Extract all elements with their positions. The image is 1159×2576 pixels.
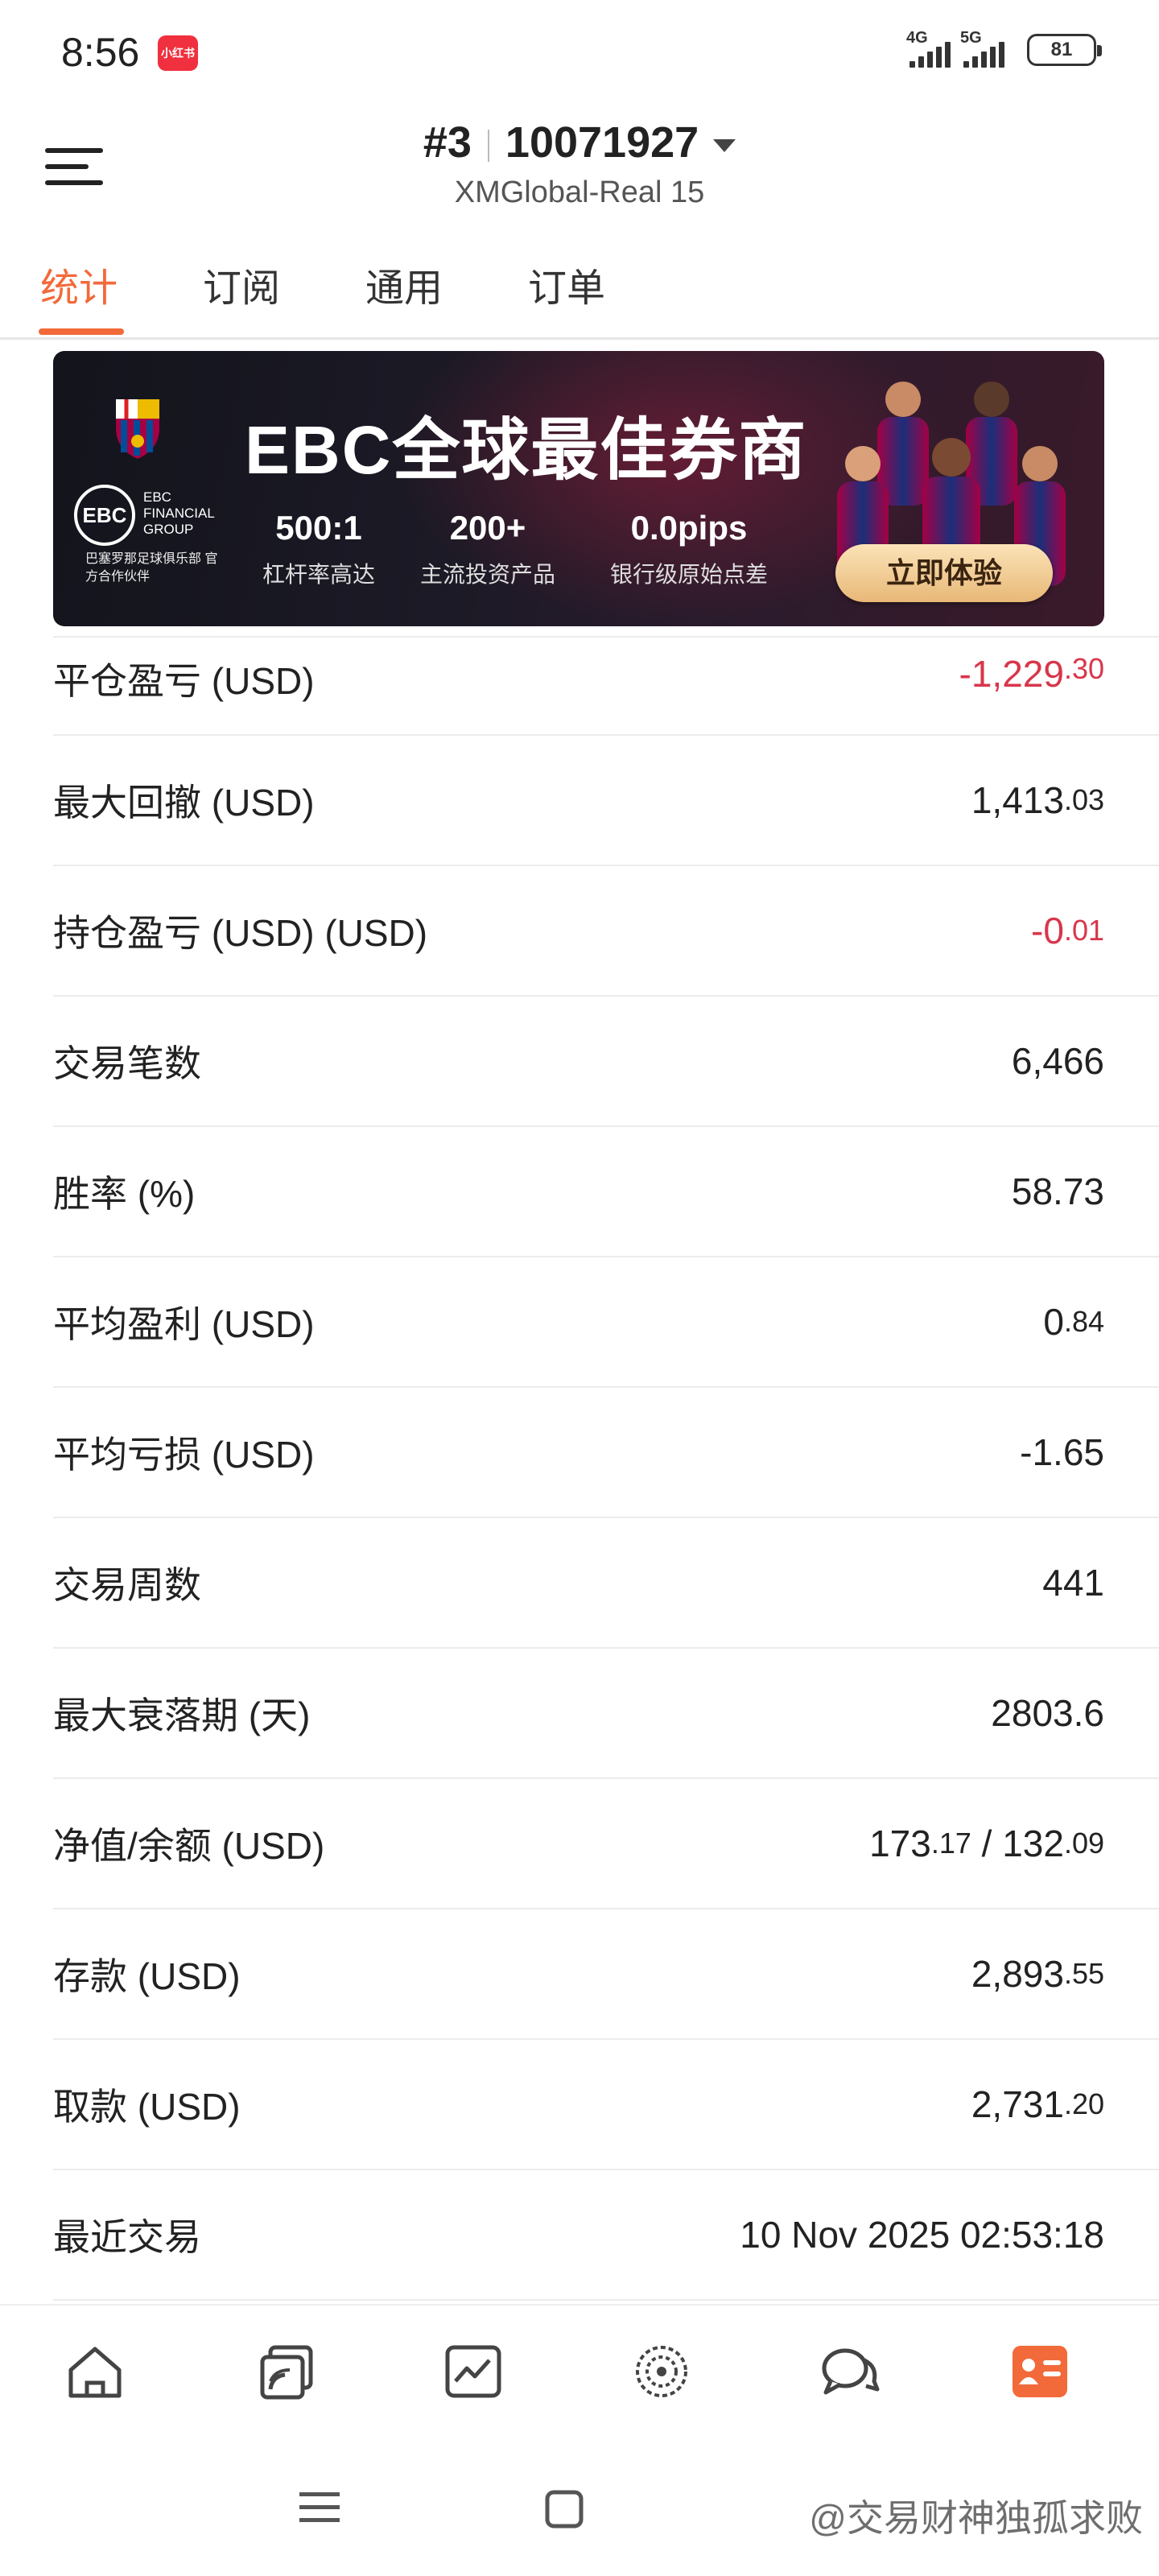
chat-icon <box>822 2348 880 2395</box>
banner-stat-label: 杠杆率高达 <box>262 562 375 587</box>
stat-row: 交易笔数 6,466 <box>53 997 1159 1127</box>
stat-value: 1,413.03 <box>971 779 1104 821</box>
recent-apps-icon[interactable] <box>299 2489 340 2526</box>
nav-profile[interactable] <box>1008 2339 1072 2404</box>
banner-stat: 0.0pips 银行级原始点差 <box>600 509 777 589</box>
home-icon <box>68 2347 122 2398</box>
stat-label: 最近交易 <box>53 2216 201 2258</box>
stat-value: 2,731.20 <box>971 2083 1104 2125</box>
stat-value: 2,893.55 <box>971 1953 1104 1995</box>
ebc-logo-text: EBC FINANCIAL GROUP <box>143 489 215 537</box>
stat-label: 平均盈利 (USD) <box>53 1303 315 1345</box>
nav-home[interactable] <box>63 2339 127 2404</box>
tab-general[interactable]: 通用 <box>365 256 443 312</box>
ad-banner[interactable]: EBC EBC FINANCIAL GROUP 巴塞罗那足球俱乐部 官方合作伙伴… <box>53 351 1104 626</box>
chart-icon <box>445 2345 501 2398</box>
banner-stat: 200+ 主流投资产品 <box>415 509 560 589</box>
stat-row: 平仓盈亏 (USD) -1,229.30 <box>53 638 1159 736</box>
stat-row: 胜率 (%) 58.73 <box>53 1127 1159 1257</box>
stat-value: 6,466 <box>1011 1040 1104 1082</box>
stat-row: 取款 (USD) 2,731.20 <box>53 2040 1159 2170</box>
stat-value: 58.73 <box>1011 1170 1104 1212</box>
nav-chat[interactable] <box>818 2339 882 2404</box>
banner-stat-value: 500:1 <box>275 509 362 547</box>
stat-row: 最大回撤 (USD) 1,413.03 <box>53 736 1159 866</box>
nav-chart[interactable] <box>441 2339 505 2404</box>
stat-label: 平均亏损 (USD) <box>53 1434 315 1476</box>
stat-row: 平均盈利 (USD) 0.84 <box>53 1257 1159 1388</box>
battery-icon: 81 <box>1027 34 1102 66</box>
watermark: @交易财神独孤求败 <box>809 2497 1143 2539</box>
stat-row: 平均亏损 (USD) -1.65 <box>53 1388 1159 1518</box>
banner-stat: 500:1 杠杆率高达 <box>254 509 383 589</box>
system-navigation-bar: @交易财神独孤求败 <box>0 2441 1159 2576</box>
tab-statistics[interactable]: 统计 <box>40 256 118 312</box>
network-type-label: 4G <box>906 29 928 47</box>
stat-value: 10 Nov 2025 02:53:18 <box>740 2214 1104 2256</box>
signal-4g-icon: 4G <box>906 29 951 68</box>
account-server: XMGlobal-Real 15 <box>454 175 705 209</box>
status-indicators: 4G 5G 81 <box>906 29 1102 68</box>
stat-label: 存款 (USD) <box>53 1955 241 1997</box>
account-id: 10071927 <box>505 118 699 167</box>
tab-subscribe[interactable]: 订阅 <box>203 256 280 312</box>
tab-orders[interactable]: 订单 <box>528 256 605 312</box>
banner-stat-value: 0.0pips <box>630 509 748 547</box>
stat-label: 最大回撤 (USD) <box>53 782 315 824</box>
nav-discover[interactable] <box>629 2339 694 2404</box>
stat-label: 净值/余额 (USD) <box>53 1825 325 1867</box>
stat-value: -1,229.30 <box>959 652 1104 695</box>
battery-level: 81 <box>1050 39 1073 60</box>
partner-text: 巴塞罗那足球俱乐部 官方合作伙伴 <box>85 552 218 584</box>
app-header: #3 10071927 XMGlobal-Real 15 <box>0 105 1159 217</box>
app-notification-icon: 小红书 <box>158 35 198 71</box>
stat-value: 173.17 / 132.09 <box>869 1823 1104 1864</box>
discover-icon <box>636 2346 687 2397</box>
stat-row: 净值/余额 (USD) 173.17 / 132.09 <box>53 1779 1159 1909</box>
try-now-button[interactable]: 立即体验 <box>835 544 1053 602</box>
tab-bar: 统计 订阅 通用 订单 <box>0 233 1159 340</box>
banner-stat-label: 银行级原始点差 <box>609 562 768 587</box>
banner-stat-value: 200+ <box>449 509 526 547</box>
stat-row: 最近交易 10 Nov 2025 02:53:18 <box>53 2170 1159 2301</box>
chevron-down-icon <box>713 138 736 152</box>
account-number: #3 <box>423 118 472 167</box>
stat-value: 441 <box>1042 1562 1104 1604</box>
bottom-navigation <box>0 2304 1159 2441</box>
active-tab-indicator <box>39 328 124 335</box>
network-type-label: 5G <box>960 29 982 47</box>
statistics-list: 平仓盈亏 (USD) -1,229.30 最大回撤 (USD) 1,413.03… <box>53 636 1159 2301</box>
stat-label: 最大衰落期 (天) <box>53 1695 311 1736</box>
account-selector[interactable]: #3 10071927 <box>0 118 1159 167</box>
stat-row: 最大衰落期 (天) 2803.6 <box>53 1649 1159 1779</box>
nav-copy-trading[interactable] <box>254 2339 319 2404</box>
stat-row: 持仓盈亏 (USD) (USD) -0.01 <box>53 866 1159 997</box>
stat-label: 交易周数 <box>53 1564 201 1606</box>
stat-row: 交易周数 441 <box>53 1518 1159 1649</box>
stat-label: 胜率 (%) <box>53 1173 196 1215</box>
stat-label: 持仓盈亏 (USD) (USD) <box>53 912 428 954</box>
stat-value: 0.84 <box>1043 1301 1104 1343</box>
banner-headline: EBC全球最佳券商 <box>245 412 808 488</box>
status-bar: 8:56 小红书 4G 5G 81 <box>0 0 1159 105</box>
stat-value: -0.01 <box>1031 910 1104 952</box>
stat-value: 2803.6 <box>991 1692 1104 1734</box>
signal-5g-icon: 5G <box>960 29 1004 68</box>
status-time: 8:56 <box>61 30 140 75</box>
stat-label: 取款 (USD) <box>53 2086 241 2128</box>
copy-trading-icon <box>260 2345 313 2400</box>
stat-value: -1.65 <box>1020 1431 1104 1473</box>
profile-card-icon <box>1013 2346 1067 2397</box>
banner-stat-label: 主流投资产品 <box>419 562 555 587</box>
ebc-logo-icon: EBC <box>74 485 135 546</box>
fc-barcelona-crest-icon <box>116 399 159 459</box>
stat-row: 存款 (USD) 2,893.55 <box>53 1909 1159 2040</box>
stat-label: 交易笔数 <box>53 1042 201 1084</box>
stat-label: 平仓盈亏 (USD) <box>53 660 315 702</box>
home-button-icon[interactable] <box>544 2489 584 2529</box>
